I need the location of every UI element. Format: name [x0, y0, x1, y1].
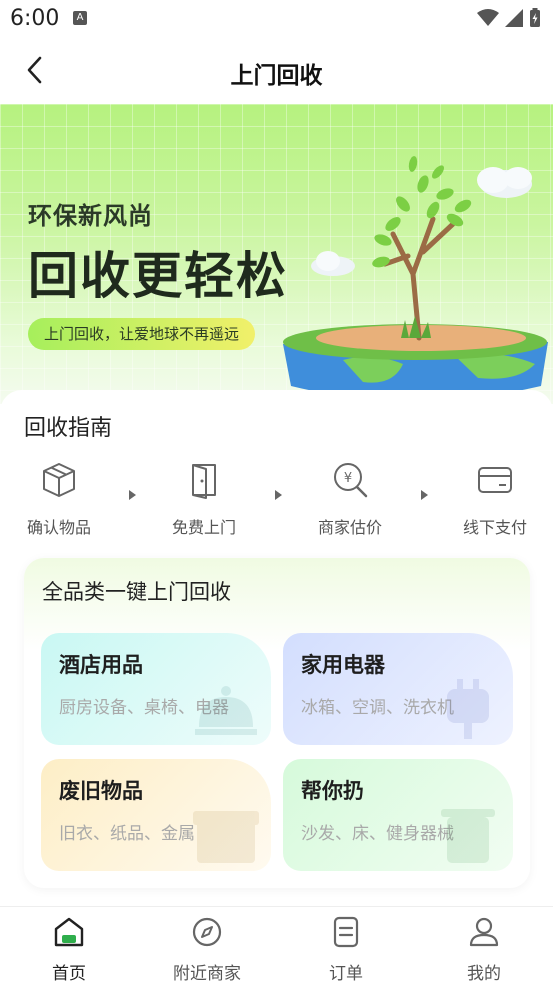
step-confirm-items: 确认物品: [9, 460, 109, 538]
category-waste-items[interactable]: 废旧物品 旧衣、纸品、金属: [41, 759, 271, 871]
tab-label: 订单: [329, 964, 363, 984]
tab-nearby-merchants[interactable]: 附近商家: [138, 915, 276, 984]
cloud-icon: [477, 167, 532, 198]
step-label: 免费上门: [171, 518, 236, 537]
compass-icon: [192, 917, 222, 947]
category-panel-title: 全品类一键上门回收: [42, 580, 231, 604]
wifi-icon: [477, 9, 499, 26]
tab-label: 附近商家: [173, 964, 241, 984]
tab-mine[interactable]: 我的: [415, 915, 553, 984]
plug-icon: [447, 679, 489, 739]
svg-text:¥: ¥: [344, 471, 352, 486]
user-icon: [469, 917, 499, 947]
status-time: 6:00: [10, 6, 60, 31]
banner-headline: 回收更轻松: [28, 247, 288, 305]
signal-icon: [505, 9, 523, 27]
step-label: 线下支付: [462, 518, 527, 537]
tab-home[interactable]: 首页: [0, 915, 138, 984]
category-desc: 旧衣、纸品、金属: [59, 824, 195, 844]
trash-bin-icon: [441, 809, 495, 863]
notification-icon: A: [73, 11, 87, 25]
category-name: 帮你扔: [301, 779, 364, 803]
category-name: 酒店用品: [59, 653, 143, 677]
step-label: 确认物品: [26, 518, 91, 537]
step-free-visit: 免费上门: [154, 460, 254, 538]
hero-banner[interactable]: 环保新风尚 回收更轻松 上门回收，让爱地球不再遥远: [0, 104, 553, 404]
yen-search-icon: ¥: [334, 463, 368, 498]
box-icon: [193, 811, 259, 863]
tab-orders[interactable]: 订单: [277, 915, 415, 984]
page-title: 上门回收: [230, 63, 323, 89]
cloud-icon: [311, 251, 355, 276]
tab-label: 首页: [52, 964, 86, 984]
step-merchant-quote: ¥ 商家估价: [300, 460, 400, 538]
category-desc: 冰箱、空调、洗衣机: [301, 698, 454, 718]
card-icon: [478, 467, 512, 493]
step-arrow-icon: [275, 490, 282, 500]
category-help-throw[interactable]: 帮你扔 沙发、床、健身器械: [283, 759, 513, 871]
category-desc: 沙发、床、健身器械: [301, 824, 454, 844]
status-bar: 6:00 A: [0, 0, 553, 38]
banner-tagline: 上门回收，让爱地球不再遥远: [28, 318, 256, 350]
step-arrow-icon: [421, 490, 428, 500]
category-panel: 全品类一键上门回收 酒店用品 厨房设备、桌椅、电器 家用电器 冰箱、空调、洗衣机…: [24, 558, 530, 888]
step-offline-payment: 线下支付: [445, 460, 545, 538]
step-arrow-icon: [129, 490, 136, 500]
category-name: 家用电器: [301, 653, 385, 677]
category-home-appliances[interactable]: 家用电器 冰箱、空调、洗衣机: [283, 633, 513, 745]
door-icon: [192, 464, 216, 499]
status-icons: [477, 7, 541, 29]
box-icon: [43, 463, 75, 497]
guide-steps: 确认物品 免费上门 ¥ 商家估价 线下支付: [0, 460, 553, 540]
nav-bar: 上门回收: [0, 38, 553, 104]
earth-tree-illustration: [283, 156, 548, 401]
category-name: 废旧物品: [59, 779, 143, 803]
recycle-guide-card: 回收指南 确认物品 免费上门 ¥ 商家估价 线下支付 全品类一键上门回收 酒店用…: [0, 390, 553, 910]
bottom-tab-bar: 首页 附近商家 订单 我的: [0, 906, 553, 985]
battery-icon: [530, 8, 540, 27]
home-icon: [54, 917, 84, 947]
category-hotel-supplies[interactable]: 酒店用品 厨房设备、桌椅、电器: [41, 633, 271, 745]
tab-label: 我的: [467, 964, 501, 984]
step-label: 商家估价: [317, 518, 382, 537]
banner-subtitle: 环保新风尚: [28, 202, 153, 230]
order-icon: [333, 916, 359, 948]
guide-title: 回收指南: [24, 416, 113, 441]
service-bell-icon: [195, 686, 257, 735]
